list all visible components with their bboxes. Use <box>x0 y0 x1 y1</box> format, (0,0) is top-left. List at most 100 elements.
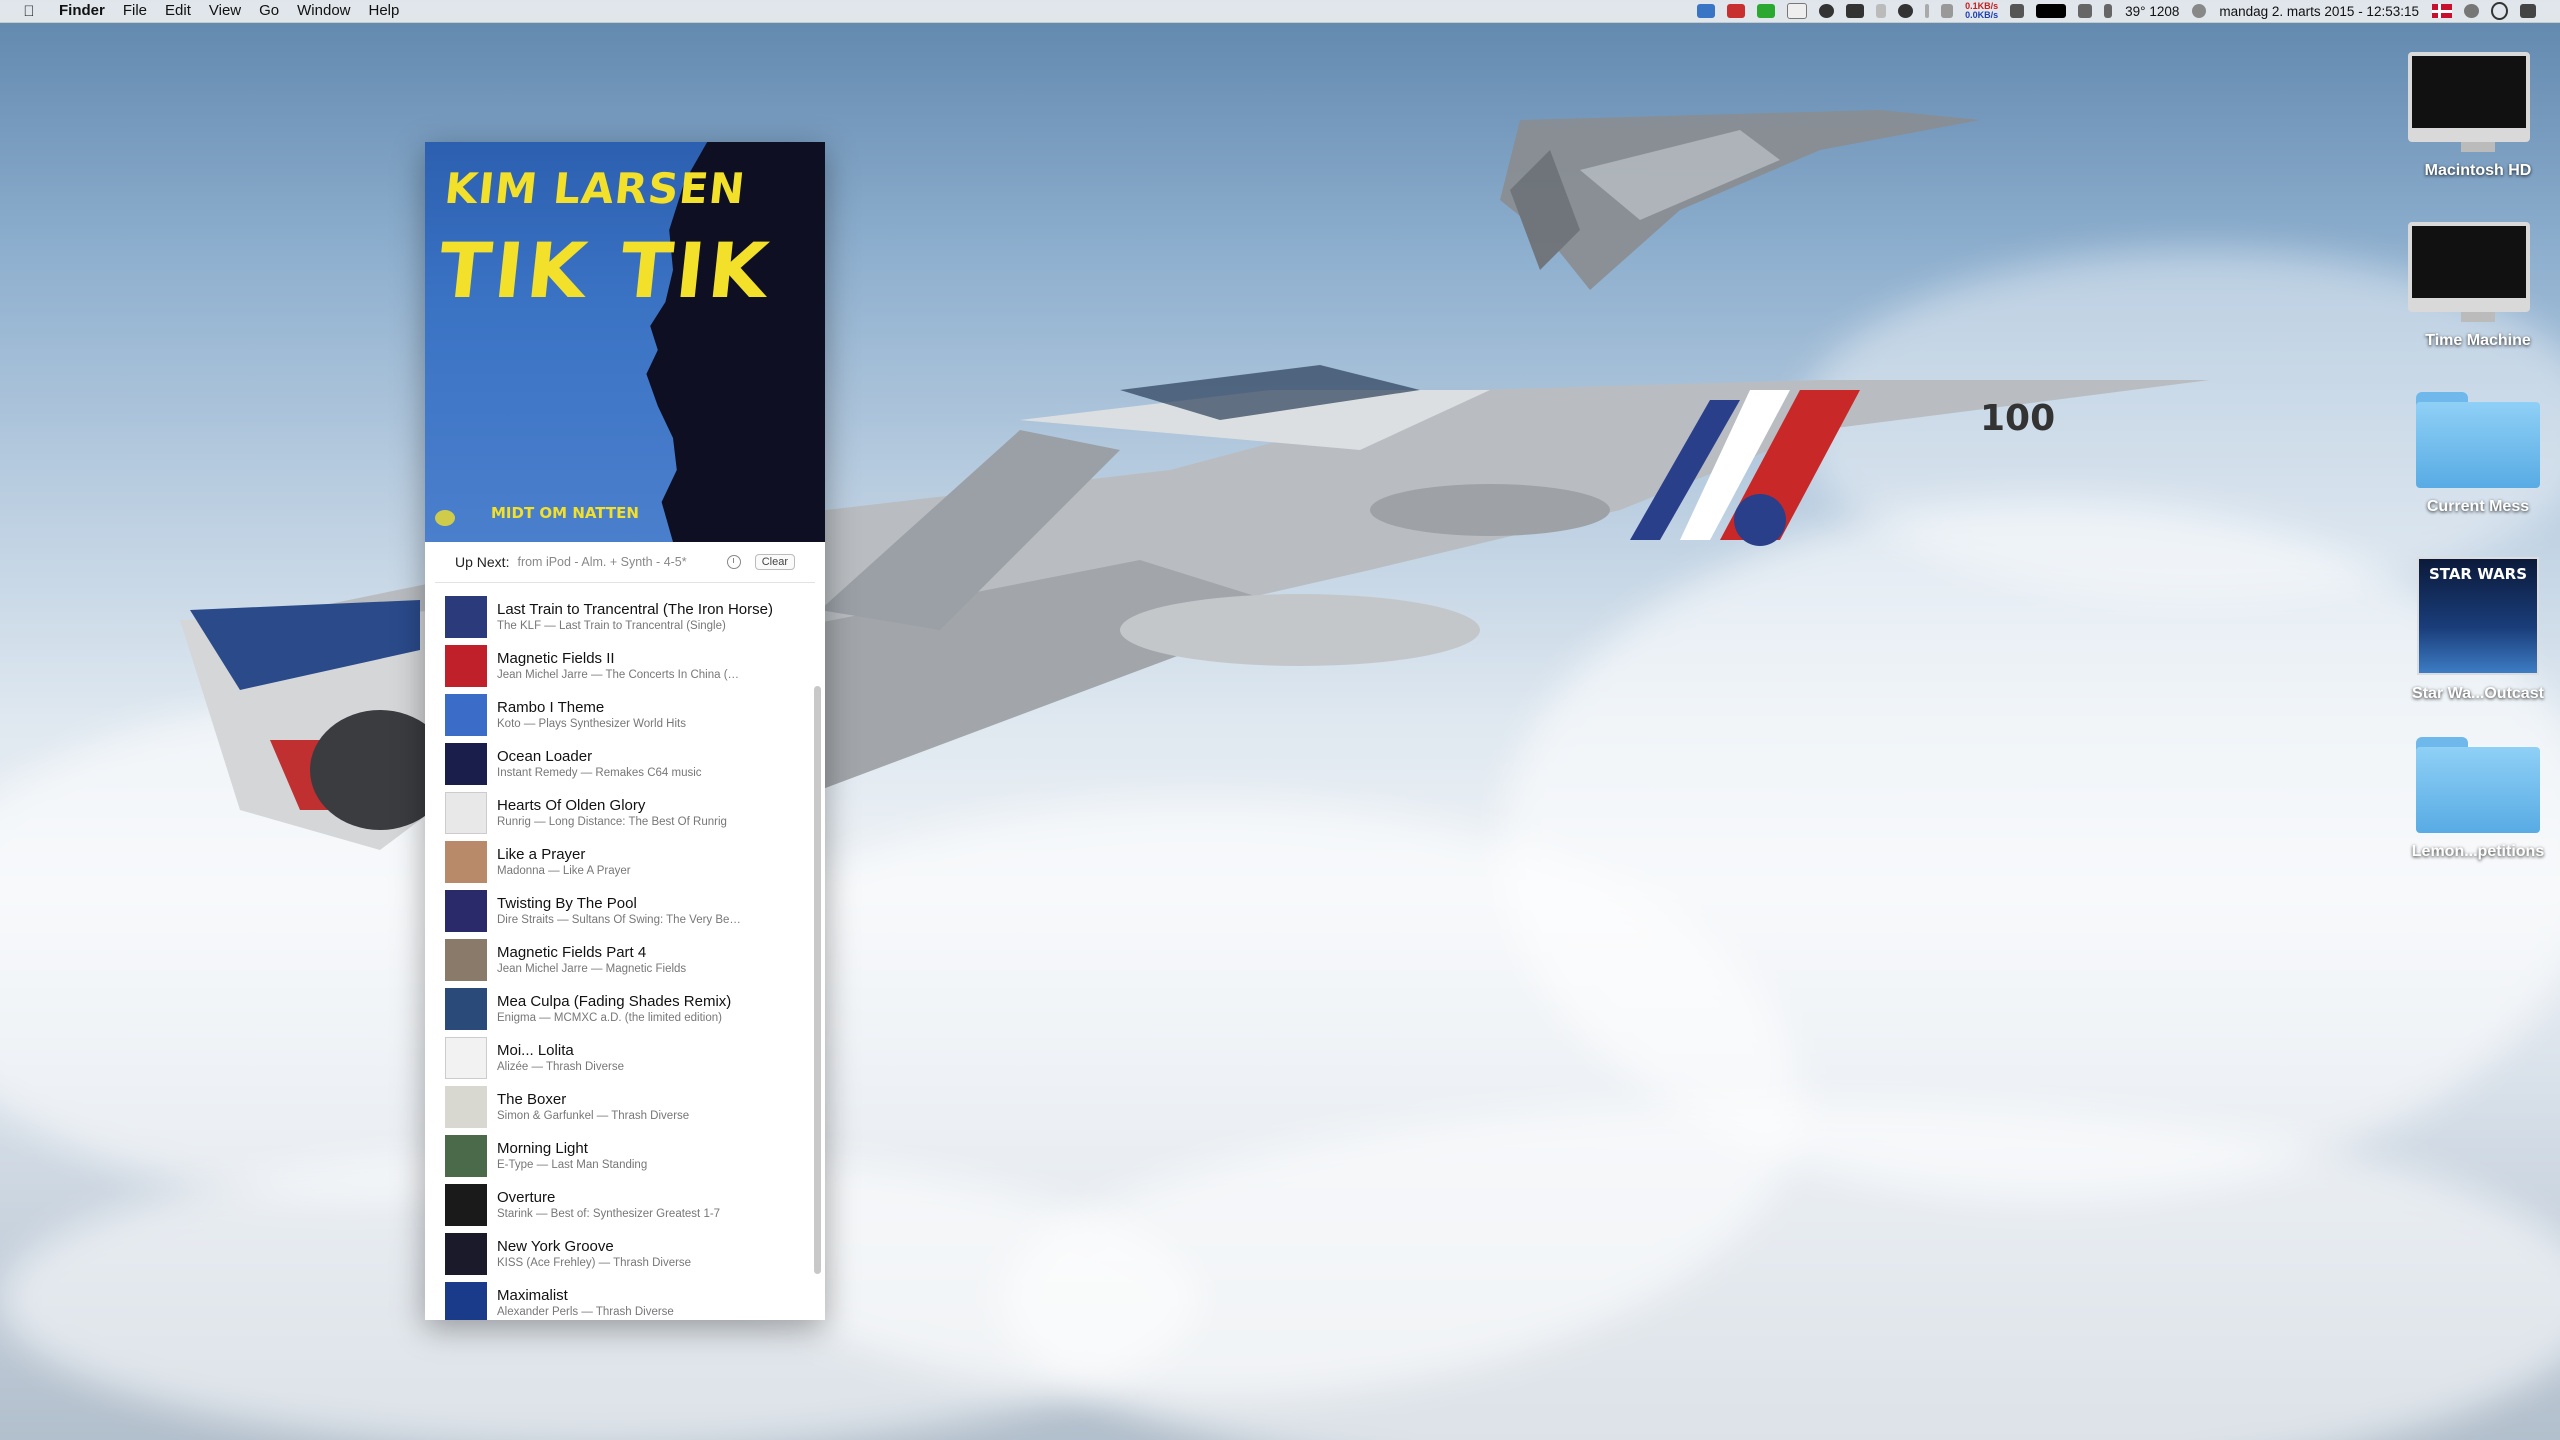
memory-meter-icon[interactable] <box>2036 4 2067 18</box>
up-next-panel: KIM LARSEN TIK TIK MIDT OM NATTEN Up Nex… <box>425 142 825 1320</box>
imac-icon <box>2408 52 2548 152</box>
track-row[interactable]: Like a Prayer Madonna — Like A Prayer <box>425 837 815 886</box>
danish-flag-icon[interactable] <box>2432 4 2452 18</box>
notification-center-icon[interactable] <box>2520 4 2536 18</box>
game-icon: STAR WARS <box>2417 557 2539 675</box>
temperature-reading[interactable]: 39° 1208 <box>2125 4 2179 19</box>
track-subtitle: Instant Remedy — Remakes C64 music <box>497 766 702 779</box>
wifi-icon[interactable] <box>2078 4 2093 18</box>
antivirus-icon[interactable] <box>1727 4 1746 18</box>
album-artist-text: KIM LARSEN <box>442 164 748 213</box>
track-row[interactable]: Hearts Of Olden Glory Runrig — Long Dista… <box>425 788 815 837</box>
track-row[interactable]: The Boxer Simon & Garfunkel — Thrash Dive… <box>425 1082 815 1131</box>
history-clock-icon[interactable] <box>726 555 741 569</box>
track-artwork <box>445 791 487 834</box>
track-meta: Last Train to Trancentral (The Iron Hors… <box>497 601 773 633</box>
timer-icon[interactable] <box>1898 4 1914 18</box>
menu-finder[interactable]: Finder <box>50 0 114 22</box>
dropbox-icon[interactable] <box>1697 4 1716 18</box>
track-row[interactable]: Last Train to Trancentral (The Iron Hors… <box>425 592 815 641</box>
line-icon[interactable] <box>1925 4 1930 18</box>
track-row[interactable]: Rambo I Theme Koto — Plays Synthesizer Wo… <box>425 690 815 739</box>
track-subtitle: Dire Straits — Sultans Of Swing: The Ver… <box>497 913 741 926</box>
desktop-icon-label: Current Mess <box>2426 498 2530 515</box>
album-caption-text: MIDT OM NATTEN <box>491 504 639 522</box>
track-title: Mea Culpa (Fading Shades Remix) <box>497 992 732 1010</box>
track-title: The Boxer <box>497 1090 567 1108</box>
menu-file[interactable]: File <box>114 0 156 22</box>
cpu-meter-icon[interactable] <box>2010 4 2025 18</box>
menu-window[interactable]: Window <box>288 0 359 22</box>
track-subtitle: Jean Michel Jarre — The Concerts In Chin… <box>497 668 740 681</box>
desktop-wallpaper: 100 <box>0 0 2560 1440</box>
track-row[interactable]: Magnetic Fields Part 4 Jean Michel Jarre … <box>425 935 815 984</box>
track-meta: Maximalist Alexander Perls — Thrash Diver… <box>497 1287 674 1319</box>
track-subtitle: Alexander Perls — Thrash Diverse <box>497 1305 674 1318</box>
up-next-title: Up Next: <box>455 554 510 570</box>
menubar-clock[interactable]: mandag 2. marts 2015 - 12:53:15 <box>2219 4 2419 19</box>
track-meta: Hearts Of Olden Glory Runrig — Long Dista… <box>497 797 727 829</box>
menu-help[interactable]: Help <box>360 0 409 22</box>
track-title: Moi... Lolita <box>497 1041 574 1059</box>
track-title: Maximalist <box>497 1286 568 1304</box>
notes-icon[interactable] <box>1787 3 1808 19</box>
time-machine-icon[interactable] <box>2464 4 2479 18</box>
thermometer-icon[interactable] <box>2104 4 2113 18</box>
track-artwork <box>445 889 487 932</box>
info-icon[interactable] <box>1819 4 1835 18</box>
menu-view[interactable]: View <box>200 0 250 22</box>
track-subtitle: Enigma — MCMXC a.D. (the limited edition… <box>497 1011 722 1024</box>
track-meta: Twisting By The Pool Dire Straits — Sulta… <box>497 895 741 927</box>
user-icon[interactable] <box>2192 4 2207 18</box>
apple-icon[interactable]:  <box>0 3 50 20</box>
desktop-icon[interactable]: Current Mess <box>2408 392 2548 516</box>
battery-monitor-icon[interactable] <box>1757 4 1776 18</box>
track-subtitle: Starink — Best of: Synthesizer Greatest … <box>497 1207 721 1220</box>
clear-button[interactable]: Clear <box>754 554 795 570</box>
track-meta: Ocean Loader Instant Remedy — Remakes C64… <box>497 748 702 780</box>
track-row[interactable]: Moi... Lolita Alizée — Thrash Diverse <box>425 1033 815 1082</box>
up-next-source: from iPod - Alm. + Synth - 4-5* <box>517 555 687 569</box>
desktop-icon[interactable]: Macintosh HD <box>2408 52 2548 180</box>
track-artwork <box>445 693 487 736</box>
track-row[interactable]: Maximalist Alexander Perls — Thrash Diver… <box>425 1278 815 1320</box>
track-meta: The Boxer Simon & Garfunkel — Thrash Dive… <box>497 1091 689 1123</box>
desktop-icon[interactable]: Time Machine <box>2408 222 2548 350</box>
desktop-icon-label: Macintosh HD <box>2424 162 2532 179</box>
desktop-icon[interactable]: STAR WARS Star Wa...Outcast <box>2408 557 2548 703</box>
track-artwork <box>445 1036 487 1079</box>
track-row[interactable]: New York Groove KISS (Ace Frehley) — Thra… <box>425 1229 815 1278</box>
album-title-text: TIK TIK <box>434 226 777 315</box>
desktop-icon[interactable]: Lemon...petitions <box>2408 737 2548 861</box>
track-meta: Overture Starink — Best of: Synthesizer G… <box>497 1189 720 1221</box>
track-title: Ocean Loader <box>497 747 593 765</box>
track-artwork <box>445 1232 487 1275</box>
menu-edit[interactable]: Edit <box>156 0 200 22</box>
svg-text:100: 100 <box>1980 398 2055 439</box>
track-row[interactable]: Morning Light E-Type — Last Man Standing <box>425 1131 815 1180</box>
track-row[interactable]: Magnetic Fields II Jean Michel Jarre — Th… <box>425 641 815 690</box>
desktop-icon-label: Lemon...petitions <box>2411 843 2545 860</box>
track-meta: New York Groove KISS (Ace Frehley) — Thra… <box>497 1238 691 1270</box>
track-row[interactable]: Mea Culpa (Fading Shades Remix) Enigma — … <box>425 984 815 1033</box>
menu-go[interactable]: Go <box>250 0 288 22</box>
window-manager-icon[interactable] <box>1846 4 1865 18</box>
hourglass-icon[interactable] <box>1876 4 1887 18</box>
record-label-logo <box>435 510 455 526</box>
track-row[interactable]: Ocean Loader Instant Remedy — Remakes C64… <box>425 739 815 788</box>
track-meta: Magnetic Fields Part 4 Jean Michel Jarre … <box>497 944 686 976</box>
network-speed[interactable]: 0.1KB/s 0.0KB/s <box>1965 2 1998 20</box>
track-row[interactable]: Overture Starink — Best of: Synthesizer G… <box>425 1180 815 1229</box>
folder-icon <box>2416 392 2540 488</box>
track-title: Hearts Of Olden Glory <box>497 796 646 814</box>
desktop-icon-label: Star Wa...Outcast <box>2412 685 2544 702</box>
track-list-scrollbar[interactable] <box>814 686 821 1274</box>
track-meta: Moi... Lolita Alizée — Thrash Diverse <box>497 1042 624 1074</box>
track-subtitle: Runrig — Long Distance: The Best Of Runr… <box>497 815 727 828</box>
track-row[interactable]: Twisting By The Pool Dire Straits — Sulta… <box>425 886 815 935</box>
track-subtitle: Jean Michel Jarre — Magnetic Fields <box>497 962 687 975</box>
track-title: Morning Light <box>497 1139 588 1157</box>
sync-icon[interactable] <box>1941 4 1954 18</box>
track-list[interactable]: Last Train to Trancentral (The Iron Hors… <box>425 592 815 1320</box>
spotlight-search-icon[interactable] <box>2491 2 2508 20</box>
